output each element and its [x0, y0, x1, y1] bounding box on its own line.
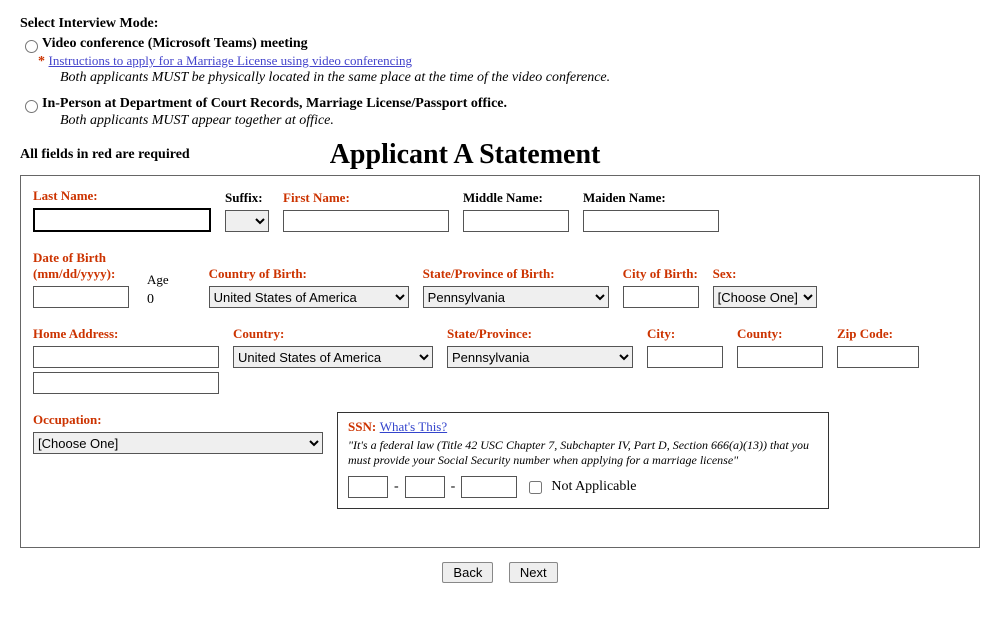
middle-name-input[interactable]: [463, 210, 569, 232]
label-age: Age: [147, 272, 169, 288]
dob-input[interactable]: [33, 286, 129, 308]
ssn-part1-input[interactable]: [348, 476, 388, 498]
age-value: 0: [147, 292, 154, 308]
zip-input[interactable]: [837, 346, 919, 368]
ssn-part2-input[interactable]: [405, 476, 445, 498]
label-suffix: Suffix:: [225, 190, 269, 206]
instructions-link-row: * Instructions to apply for a Marriage L…: [38, 53, 980, 70]
page-title: Applicant A Statement: [330, 139, 601, 171]
interview-option-video: Video conference (Microsoft Teams) meeti…: [20, 36, 980, 53]
last-name-input[interactable]: [33, 208, 211, 232]
radio-video-label: Video conference (Microsoft Teams) meeti…: [42, 36, 308, 52]
ssn-note: "It's a federal law (Title 42 USC Chapte…: [348, 438, 818, 468]
state-birth-select[interactable]: Pennsylvania: [423, 286, 609, 308]
county-input[interactable]: [737, 346, 823, 368]
label-home-address: Home Address:: [33, 326, 219, 342]
instructions-link[interactable]: Instructions to apply for a Marriage Lic…: [49, 53, 413, 68]
city-birth-input[interactable]: [623, 286, 699, 308]
label-first-name: First Name:: [283, 190, 449, 206]
asterisk-icon: *: [38, 54, 45, 69]
required-note: All fields in red are required: [20, 147, 190, 163]
state-select[interactable]: Pennsylvania: [447, 346, 633, 368]
video-note: Both applicants MUST be physically locat…: [60, 70, 980, 86]
label-last-name: Last Name:: [33, 188, 211, 204]
ssn-part3-input[interactable]: [461, 476, 517, 498]
ssn-na-label: Not Applicable: [551, 479, 636, 495]
ssn-box: SSN: What's This? "It's a federal law (T…: [337, 412, 829, 509]
label-maiden-name: Maiden Name:: [583, 190, 719, 206]
label-ssn: SSN:: [348, 419, 376, 434]
interview-heading: Select Interview Mode:: [20, 16, 980, 32]
label-county: County:: [737, 326, 823, 342]
label-state-birth: State/Province of Birth:: [423, 266, 609, 282]
label-dob: Date of Birth (mm/dd/yyyy):: [33, 250, 133, 282]
back-button[interactable]: Back: [442, 562, 493, 583]
ssn-sep2: -: [451, 479, 456, 495]
maiden-name-input[interactable]: [583, 210, 719, 232]
interview-option-inperson: In-Person at Department of Court Records…: [20, 96, 980, 113]
inperson-note: Both applicants MUST appear together at …: [60, 113, 980, 129]
ssn-whats-this-link[interactable]: What's This?: [380, 419, 447, 434]
ssn-sep1: -: [394, 479, 399, 495]
radio-inperson-label: In-Person at Department of Court Records…: [42, 96, 507, 112]
suffix-select[interactable]: [225, 210, 269, 232]
first-name-input[interactable]: [283, 210, 449, 232]
label-country: Country:: [233, 326, 433, 342]
radio-inperson[interactable]: [25, 100, 38, 113]
label-city-birth: City of Birth:: [623, 266, 699, 282]
occupation-select[interactable]: [Choose One]: [33, 432, 323, 454]
label-sex: Sex:: [713, 266, 817, 282]
label-country-birth: Country of Birth:: [209, 266, 409, 282]
address1-input[interactable]: [33, 346, 219, 368]
label-zip: Zip Code:: [837, 326, 919, 342]
sex-select[interactable]: [Choose One]: [713, 286, 817, 308]
label-city: City:: [647, 326, 723, 342]
country-birth-select[interactable]: United States of America: [209, 286, 409, 308]
label-occupation: Occupation:: [33, 412, 323, 428]
next-button[interactable]: Next: [509, 562, 558, 583]
ssn-na-checkbox[interactable]: [529, 481, 542, 494]
country-select[interactable]: United States of America: [233, 346, 433, 368]
city-input[interactable]: [647, 346, 723, 368]
radio-video[interactable]: [25, 40, 38, 53]
address2-input[interactable]: [33, 372, 219, 394]
applicant-form: Last Name: Suffix: First Name: Middle Na…: [20, 175, 980, 548]
age-block: Age 0: [147, 272, 169, 308]
label-middle-name: Middle Name:: [463, 190, 569, 206]
label-state: State/Province:: [447, 326, 633, 342]
